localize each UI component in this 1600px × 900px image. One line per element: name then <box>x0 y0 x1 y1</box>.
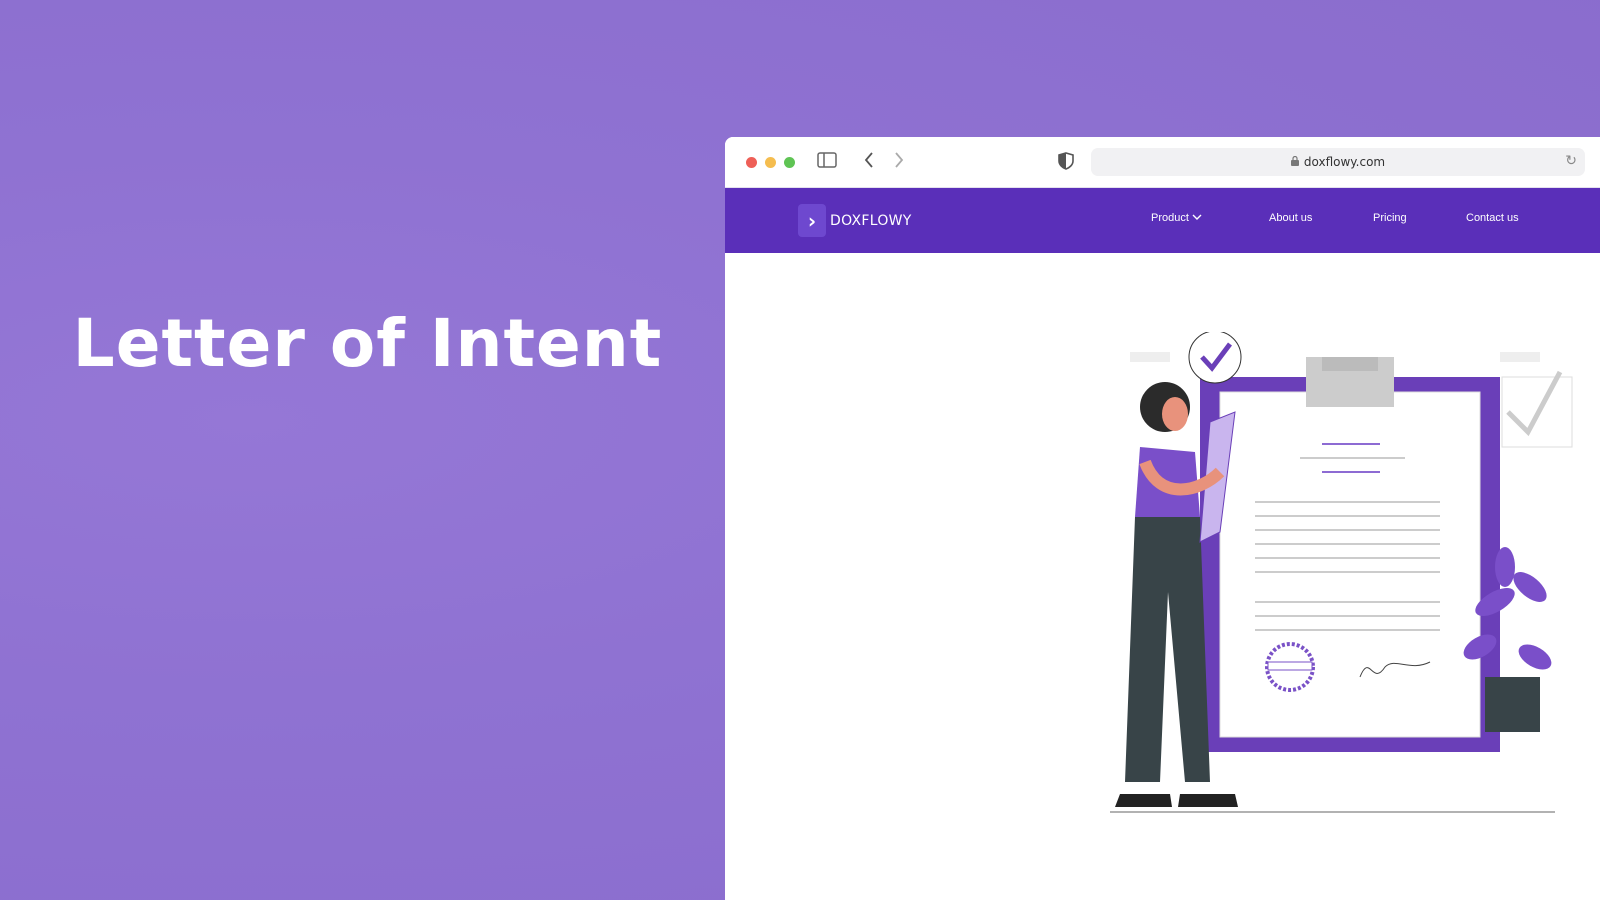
browser-window: doxflowy.com ↻ › DOXFLOWY Product About … <box>725 137 1600 900</box>
minimize-dot[interactable] <box>765 157 776 168</box>
reload-icon[interactable]: ↻ <box>1565 153 1577 169</box>
shield-icon[interactable] <box>1058 152 1074 175</box>
site-navbar: › DOXFLOWY Product About us Pricing Cont… <box>725 188 1600 253</box>
nav-product-label: Product <box>1151 212 1189 224</box>
brand-name: DOXFLOWY <box>830 212 912 229</box>
logo-mark-icon: › <box>798 204 826 237</box>
nav-contact-us[interactable]: Contact us <box>1466 212 1519 224</box>
brand-logo[interactable]: › DOXFLOWY <box>798 204 912 237</box>
forward-icon[interactable] <box>893 151 905 174</box>
nav-product[interactable]: Product <box>1151 212 1202 224</box>
hero-illustration <box>1110 332 1573 813</box>
page-headline: Letter of Intent <box>72 305 663 382</box>
address-bar[interactable]: doxflowy.com ↻ <box>1091 148 1585 176</box>
close-dot[interactable] <box>746 157 757 168</box>
nav-pricing[interactable]: Pricing <box>1373 212 1407 224</box>
lock-icon <box>1290 155 1299 169</box>
chevron-down-icon <box>1192 212 1202 224</box>
url-text: doxflowy.com <box>1303 155 1386 169</box>
sidebar-icon[interactable] <box>817 152 837 173</box>
back-icon[interactable] <box>863 151 875 174</box>
browser-toolbar: doxflowy.com ↻ <box>725 137 1600 188</box>
nav-about-us[interactable]: About us <box>1269 212 1312 224</box>
maximize-dot[interactable] <box>784 157 795 168</box>
